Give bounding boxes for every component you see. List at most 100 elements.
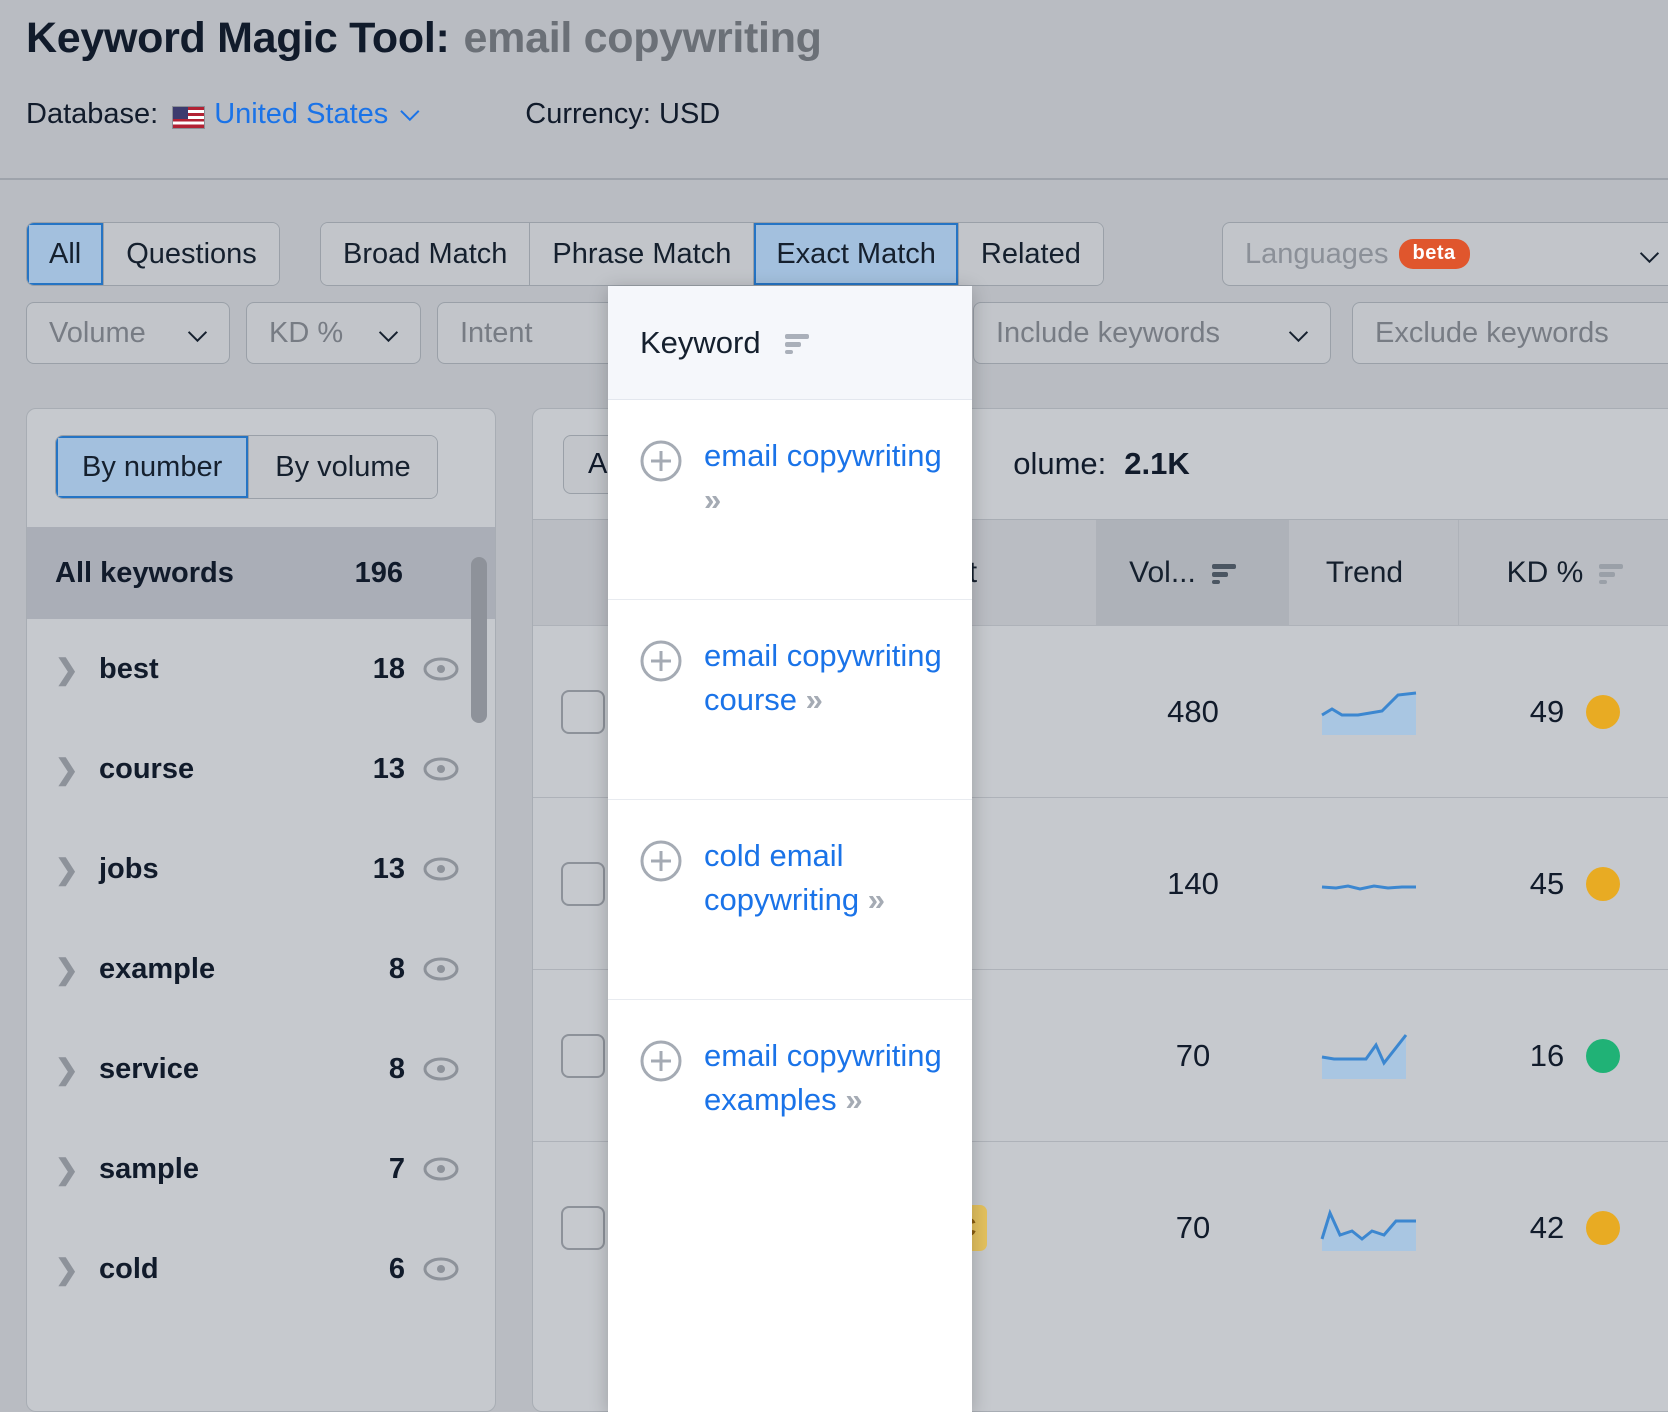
languages-label: Languages	[1245, 237, 1389, 270]
eye-icon[interactable]	[423, 1056, 459, 1082]
kd-status-dot	[1586, 1210, 1621, 1245]
row-volume-cell: 140	[1167, 865, 1219, 901]
plus-circle-icon[interactable]	[638, 838, 684, 884]
row-kd-value: 49	[1529, 693, 1565, 729]
languages-dropdown[interactable]: Languages beta ⌵	[1223, 223, 1668, 285]
group-count: 6	[388, 1252, 405, 1285]
chevron-right-icon[interactable]: ❯	[55, 753, 89, 786]
tab-broad-match[interactable]: Broad Match	[321, 223, 531, 285]
row-checkbox[interactable]	[561, 1033, 605, 1078]
chevron-right-icon[interactable]: ❯	[55, 853, 89, 886]
header-volume[interactable]: Vol...	[1097, 520, 1289, 625]
keyword-groups-sidebar: By number By volume All keywords 196 ❯ b…	[26, 408, 496, 1412]
row-checkbox[interactable]	[561, 689, 605, 734]
suggestion-item[interactable]: email copywriting course »	[608, 600, 972, 800]
header-trend[interactable]: Trend	[1289, 520, 1459, 625]
header-meta-row: Database: United States ⌵ Currency: USD	[26, 98, 720, 131]
eye-icon[interactable]	[423, 956, 459, 982]
eye-icon[interactable]	[423, 1156, 459, 1182]
us-flag-icon	[172, 106, 206, 129]
suggestion-label: email copywriting	[704, 438, 942, 473]
sidebar-item-course[interactable]: ❯ course 13	[27, 719, 495, 819]
sort-icon[interactable]	[783, 331, 811, 355]
page-title-main: Keyword Magic Tool:	[26, 14, 450, 62]
sidebar-sort-toggle: By number By volume	[55, 435, 438, 499]
row-kd-value: 16	[1529, 1037, 1565, 1073]
chevron-right-icon[interactable]: ❯	[55, 1153, 89, 1186]
kd-filter[interactable]: KD % ⌵	[246, 302, 421, 364]
row-kd-cell: 45	[1459, 798, 1668, 969]
eye-icon[interactable]	[423, 656, 459, 682]
sort-icon	[1211, 563, 1236, 584]
row-checkbox[interactable]	[561, 1205, 605, 1250]
toggle-by-number[interactable]: By number	[56, 436, 250, 498]
sidebar-item-cold[interactable]: ❯ cold 6	[27, 1219, 495, 1319]
header-volume-label: Vol...	[1129, 555, 1196, 589]
suggestion-text-wrap[interactable]: email copywriting examples »	[704, 1034, 948, 1122]
tab-exact-match[interactable]: Exact Match	[754, 223, 959, 285]
row-trend-cell	[1289, 1142, 1459, 1313]
page-title-query: email copywriting	[463, 14, 822, 62]
kd-status-dot	[1586, 694, 1621, 729]
chevron-right-icon[interactable]: ❯	[55, 653, 89, 686]
plus-circle-icon[interactable]	[638, 638, 684, 684]
tab-phrase-match[interactable]: Phrase Match	[530, 223, 755, 285]
row-kd-value: 45	[1529, 865, 1565, 901]
chevron-right-icon[interactable]: ❯	[55, 953, 89, 986]
group-count: 13	[372, 852, 405, 885]
currency-label: Currency: USD	[525, 98, 721, 130]
group-count: 13	[372, 752, 405, 785]
tab-all[interactable]: All	[27, 223, 105, 285]
suggestion-item[interactable]: email copywriting »	[608, 400, 972, 600]
sidebar-item-service[interactable]: ❯ service 8	[27, 1019, 495, 1119]
suggestion-text-wrap[interactable]: email copywriting course »	[704, 634, 948, 722]
double-chevron-icon[interactable]: »	[868, 882, 885, 917]
double-chevron-icon[interactable]: »	[704, 482, 721, 517]
row-trend-cell	[1289, 970, 1459, 1141]
chevron-down-icon: ⌵	[1289, 318, 1308, 347]
chevron-down-icon[interactable]: ⌵	[1640, 240, 1659, 269]
chevron-down-icon: ⌵	[379, 318, 398, 347]
row-trend-cell	[1289, 626, 1459, 797]
row-checkbox[interactable]	[561, 861, 605, 906]
sidebar-item-all-keywords[interactable]: All keywords 196	[27, 527, 495, 619]
sidebar-scrollbar[interactable]	[471, 557, 487, 723]
double-chevron-icon[interactable]: »	[845, 1082, 862, 1117]
plus-circle-icon[interactable]	[638, 1038, 684, 1084]
chevron-right-icon[interactable]: ❯	[55, 1253, 89, 1286]
page-title: Keyword Magic Tool: email copywriting	[26, 14, 822, 63]
sidebar-item-example[interactable]: ❯ example 8	[27, 919, 495, 1019]
eye-icon[interactable]	[423, 756, 459, 782]
tab-related[interactable]: Related	[958, 223, 1103, 285]
suggestion-text-wrap[interactable]: cold email copywriting »	[704, 834, 948, 922]
sidebar-item-sample[interactable]: ❯ sample 7	[27, 1119, 495, 1219]
all-keywords-label: All keywords	[55, 556, 234, 589]
database-selector[interactable]: United States	[214, 98, 388, 131]
sidebar-item-best[interactable]: ❯ best 18	[27, 619, 495, 719]
suggestion-text-wrap[interactable]: email copywriting »	[704, 434, 948, 522]
row-volume-cell: 70	[1175, 1037, 1211, 1073]
suggestion-item[interactable]: cold email copywriting »	[608, 800, 972, 1000]
exclude-keywords-filter[interactable]: Exclude keywords	[1352, 302, 1668, 364]
group-label: course	[99, 752, 195, 785]
match-tab-group-primary: All Questions	[26, 222, 280, 286]
eye-icon[interactable]	[423, 1256, 459, 1282]
suggestion-item[interactable]: email copywriting examples »	[608, 1000, 972, 1200]
include-keywords-filter[interactable]: Include keywords ⌵	[973, 302, 1331, 364]
languages-group: Languages beta ⌵	[1222, 222, 1668, 286]
row-volume-cell: 480	[1167, 693, 1219, 729]
double-chevron-icon[interactable]: »	[806, 682, 823, 717]
exclude-keywords-label: Exclude keywords	[1375, 316, 1609, 349]
plus-circle-icon[interactable]	[638, 438, 684, 484]
sidebar-item-jobs[interactable]: ❯ jobs 13	[27, 819, 495, 919]
chevron-right-icon[interactable]: ❯	[55, 1053, 89, 1086]
chevron-down-icon[interactable]: ⌵	[400, 98, 419, 127]
toggle-by-volume[interactable]: By volume	[249, 436, 437, 498]
volume-filter[interactable]: Volume ⌵	[26, 302, 230, 364]
header-kd[interactable]: KD %	[1459, 520, 1668, 625]
group-label: jobs	[99, 852, 159, 885]
tab-questions[interactable]: Questions	[104, 223, 279, 285]
suggestion-label: email copywriting course	[704, 638, 942, 718]
suggestion-label: cold email copywriting	[704, 838, 860, 918]
eye-icon[interactable]	[423, 856, 459, 882]
